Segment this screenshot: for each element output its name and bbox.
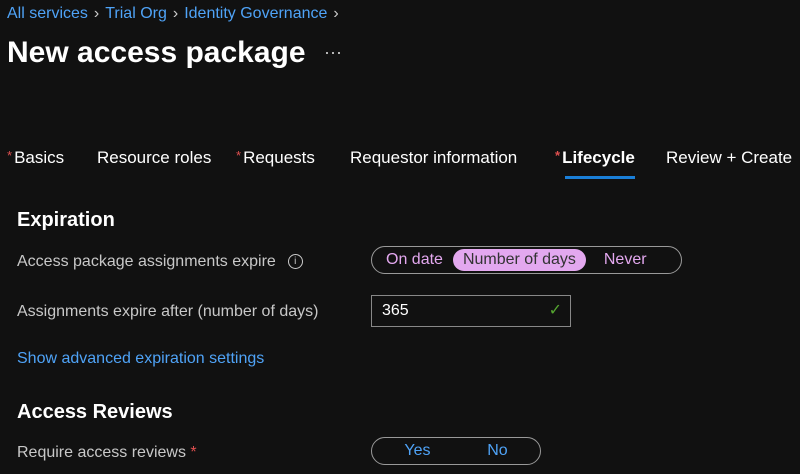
page-title: New access package xyxy=(7,36,306,69)
option-never[interactable]: Never xyxy=(594,249,657,271)
info-icon[interactable]: i xyxy=(287,254,303,270)
breadcrumb: All services › Trial Org › Identity Governan… xyxy=(7,5,345,23)
option-no[interactable]: No xyxy=(477,440,517,462)
tab-basics[interactable]: * Basics xyxy=(7,148,64,168)
advanced-expiration-link[interactable]: Show advanced expiration settings xyxy=(17,350,264,368)
option-on-date[interactable]: On date xyxy=(376,249,453,271)
active-tab-indicator xyxy=(565,176,635,179)
option-number-of-days[interactable]: Number of days xyxy=(452,249,586,271)
chevron-right-icon: › xyxy=(333,5,339,22)
breadcrumb-all-services[interactable]: All services xyxy=(7,5,88,22)
tab-review-create[interactable]: Review + Create xyxy=(666,148,792,168)
breadcrumb-identity-governance[interactable]: Identity Governance xyxy=(184,5,327,22)
option-yes[interactable]: Yes xyxy=(394,440,440,462)
breadcrumb-trial-org[interactable]: Trial Org xyxy=(105,5,167,22)
expire-toggle: On date Number of days Never xyxy=(371,246,682,274)
tab-resource-roles[interactable]: Resource roles xyxy=(97,148,211,168)
tab-lifecycle[interactable]: * Lifecycle xyxy=(555,148,635,168)
require-reviews-label: Require access reviews * xyxy=(17,444,197,461)
days-label: Assignments expire after (number of days… xyxy=(17,303,319,320)
require-reviews-toggle: Yes No xyxy=(371,437,541,465)
checkmark-icon: ✓ xyxy=(548,302,562,319)
chevron-right-icon: › xyxy=(93,5,100,22)
more-options-icon[interactable]: ··· xyxy=(324,42,342,63)
access-reviews-heading: Access Reviews xyxy=(17,401,173,423)
tab-requests[interactable]: * Requests xyxy=(236,148,315,168)
chevron-right-icon: › xyxy=(172,5,179,22)
tab-requestor-information[interactable]: Requestor information xyxy=(350,148,517,168)
expire-label: Access package assignments expire i xyxy=(17,253,303,271)
expiration-heading: Expiration xyxy=(17,209,115,231)
days-input[interactable]: 365 ✓ xyxy=(371,295,571,327)
